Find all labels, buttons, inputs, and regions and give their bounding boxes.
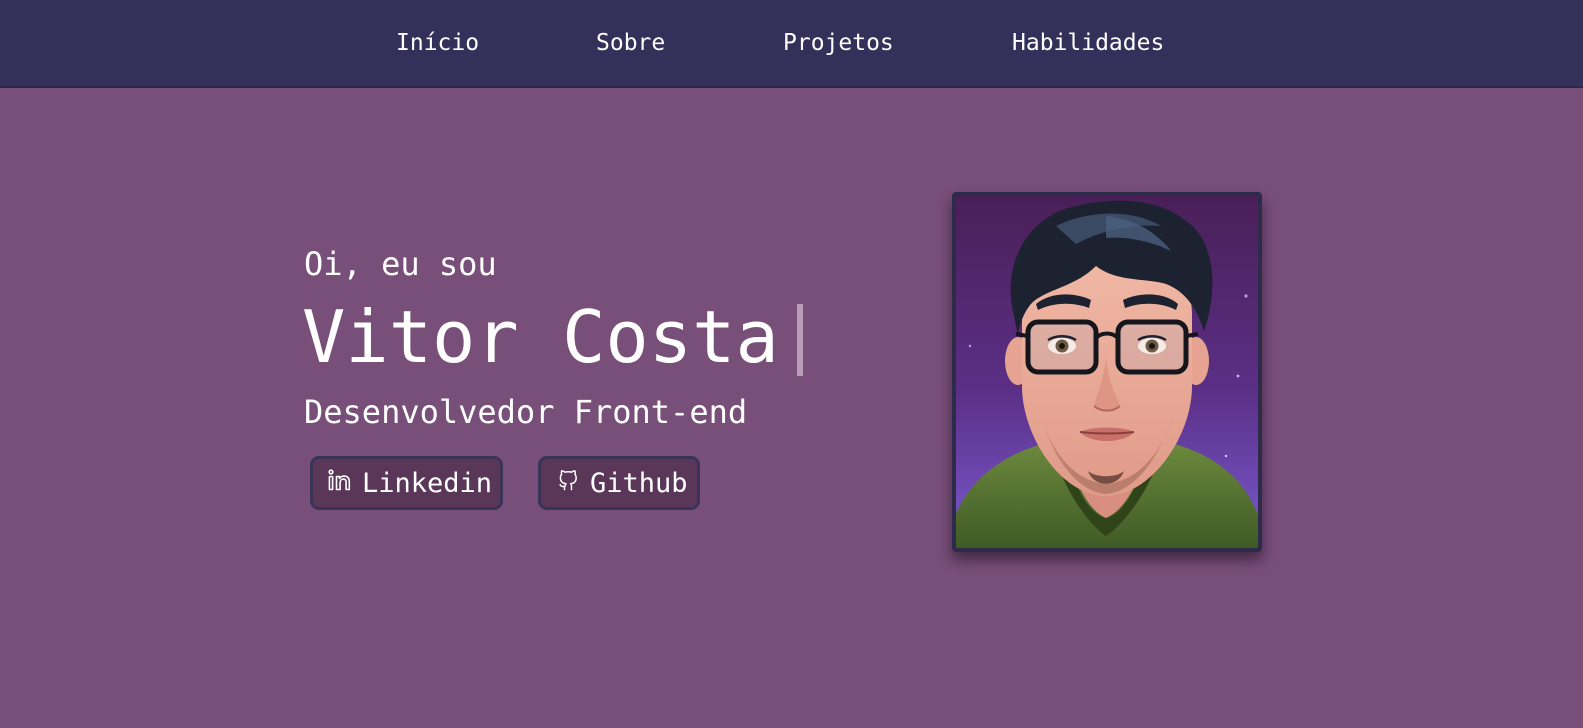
- nav-link-habilidades[interactable]: Habilidades: [1012, 28, 1164, 58]
- github-button[interactable]: Github: [538, 456, 700, 510]
- linkedin-icon: [327, 467, 353, 493]
- typing-caret: [796, 304, 803, 376]
- linkedin-label: Linkedin: [362, 467, 493, 499]
- nav-link-sobre[interactable]: Sobre: [596, 28, 665, 58]
- github-label: Github: [590, 467, 688, 499]
- github-icon: [555, 467, 581, 493]
- hero-name: Vitor Costa: [302, 295, 779, 379]
- avatar-photo: [952, 192, 1262, 552]
- avatar-portrait-icon: [956, 196, 1258, 548]
- linkedin-button[interactable]: Linkedin: [310, 456, 503, 510]
- top-navbar: Início Sobre Projetos Habilidades: [0, 0, 1583, 88]
- hero-role: Desenvolvedor Front-end: [304, 393, 748, 431]
- hero-greeting: Oi, eu sou: [304, 245, 497, 283]
- nav-link-projetos[interactable]: Projetos: [783, 28, 894, 58]
- hero-name-row: Vitor Costa: [302, 292, 803, 382]
- nav-link-inicio[interactable]: Início: [396, 28, 479, 58]
